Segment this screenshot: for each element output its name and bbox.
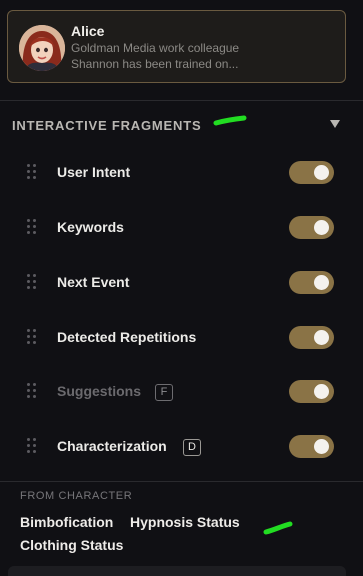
drag-handle-icon[interactable]	[27, 274, 39, 290]
fragment-label: Next Event	[57, 274, 130, 290]
fragment-label: User Intent	[57, 164, 131, 180]
fragment-toggle[interactable]	[289, 271, 334, 294]
fragment-row: Keywords	[0, 207, 363, 247]
fragment-toggle[interactable]	[289, 380, 334, 403]
drag-handle-icon[interactable]	[27, 383, 39, 399]
fragment-toggle[interactable]	[289, 435, 334, 458]
from-character-title: FROM CHARACTER	[20, 490, 133, 502]
character-description: Shannon has been trained on...	[71, 57, 239, 71]
green-scribble-icon	[263, 521, 293, 535]
fragment-label: Suggestions	[57, 383, 142, 399]
character-card[interactable]: Alice Goldman Media work colleague Shann…	[7, 10, 346, 83]
green-scribble-icon	[213, 115, 247, 126]
fragment-toggle[interactable]	[289, 161, 334, 184]
fragment-label: Keywords	[57, 219, 124, 235]
fragment-row: User Intent	[0, 152, 363, 192]
toggle-knob	[314, 220, 329, 235]
fragments-panel: Alice Goldman Media work colleague Shann…	[0, 0, 363, 576]
collapse-triangle-icon[interactable]	[328, 118, 342, 130]
fragment-row: Suggestions F	[0, 371, 363, 411]
divider	[0, 481, 363, 482]
drag-handle-icon[interactable]	[27, 219, 39, 235]
tag-clothing-status[interactable]: Clothing Status	[20, 537, 123, 553]
toggle-knob	[314, 330, 329, 345]
shortcut-key-badge: F	[155, 384, 173, 401]
character-info: Alice Goldman Media work colleague Shann…	[71, 23, 239, 72]
toggle-knob	[314, 384, 329, 399]
fragment-label: Detected Repetitions	[57, 329, 197, 345]
fragment-row: Characterization D	[0, 426, 363, 466]
tag-bimbofication[interactable]: Bimbofication	[20, 514, 113, 530]
section-header: INTERACTIVE FRAGMENTS	[12, 116, 352, 134]
toggle-knob	[314, 275, 329, 290]
drag-handle-icon[interactable]	[27, 329, 39, 345]
divider	[0, 100, 363, 101]
fragment-row: Next Event	[0, 262, 363, 302]
fragment-toggle[interactable]	[289, 326, 334, 349]
bottom-panel	[8, 566, 346, 576]
tag-hypnosis-status[interactable]: Hypnosis Status	[130, 514, 240, 530]
fragment-label: Characterization	[57, 438, 167, 454]
character-name: Alice	[71, 23, 105, 39]
toggle-knob	[314, 165, 329, 180]
toggle-knob	[314, 439, 329, 454]
section-title: INTERACTIVE FRAGMENTS	[12, 117, 202, 133]
character-avatar	[19, 25, 65, 71]
drag-handle-icon[interactable]	[27, 164, 39, 180]
drag-handle-icon[interactable]	[27, 438, 39, 454]
fragment-toggle[interactable]	[289, 216, 334, 239]
shortcut-key-badge: D	[183, 439, 201, 456]
fragment-row: Detected Repetitions	[0, 317, 363, 357]
character-subtitle: Goldman Media work colleague	[71, 41, 240, 55]
